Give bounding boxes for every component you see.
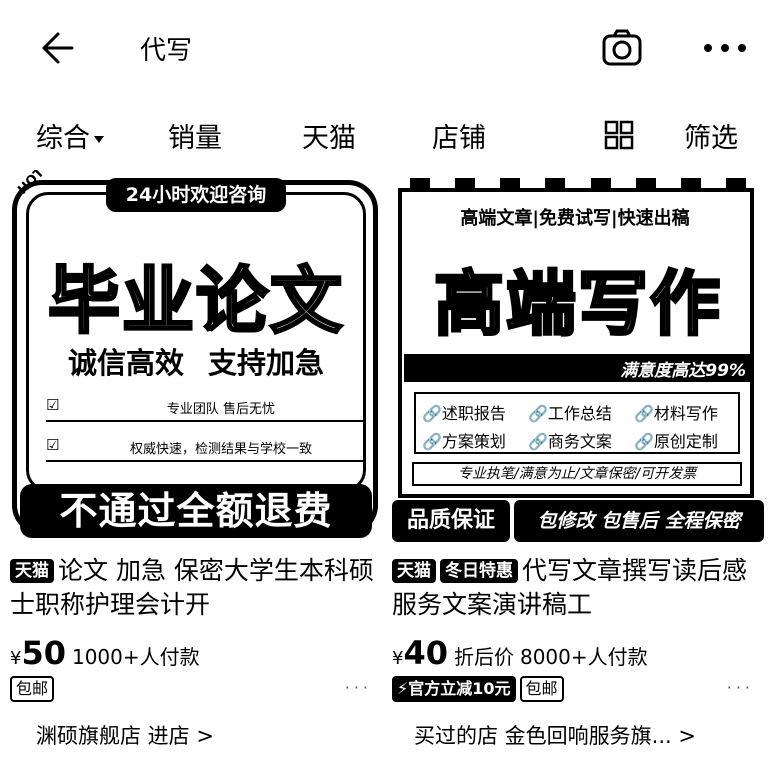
filter-bar: 综合 销量 天猫 店铺 筛选 xyxy=(0,108,770,164)
poster-title: 高端写作 xyxy=(433,262,722,347)
camera-icon[interactable] xyxy=(600,28,644,68)
more-options-icon[interactable]: ··· xyxy=(727,678,754,697)
service-item: 🔗工作总结 xyxy=(528,404,612,423)
free-shipping-tag: 包邮 xyxy=(519,676,564,702)
poster-bar-text: 满意度高达99% xyxy=(620,356,746,381)
product-card[interactable]: HOT 24小时欢迎咨询 毕业论文 诚信高效 支持加急 ☑ 专业团队 售后无忧 … xyxy=(10,170,382,750)
promo-tag: ⚡官方立减10元 xyxy=(392,676,516,702)
poster-banner-right: 包修改 包售后 全程保密 xyxy=(514,500,764,542)
layout-toggle-icon[interactable] xyxy=(604,120,634,150)
price-row: ¥50 1000+人付款 xyxy=(10,634,382,672)
tags-row: 包邮 ··· xyxy=(10,676,382,706)
product-card[interactable]: 高端文章|免费试写|快速出稿 高端写作 满意度高达99% 🔗述职报告 🔗工作总结… xyxy=(392,170,764,750)
price-note: 折后价 xyxy=(453,645,514,669)
poster-subtitle: 诚信高效 支持加急 xyxy=(67,346,325,380)
filter-sales[interactable]: 销量 xyxy=(168,116,222,155)
poster-line-text: 权威快速，检测结果与学校一致 xyxy=(129,442,312,457)
product-title-text: 论文 加急 保密大学生本科硕士职称护理会计开 xyxy=(10,556,374,619)
service-item: 🔗商务文案 xyxy=(528,432,612,451)
poster-title: 毕业论文 xyxy=(46,258,344,345)
filter-screen[interactable]: 筛选 xyxy=(684,116,738,155)
price-row: ¥40 折后价 8000+人付款 xyxy=(392,634,764,672)
product-image[interactable]: HOT 24小时欢迎咨询 毕业论文 诚信高效 支持加急 ☑ 专业团队 售后无忧 … xyxy=(10,170,382,542)
price: 50 xyxy=(21,634,66,672)
more-options-icon[interactable]: ··· xyxy=(345,678,372,697)
poster-banner-left: 品质保证 xyxy=(392,500,510,542)
poster-line-text: 专业团队 售后无忧 xyxy=(166,402,276,417)
currency-symbol: ¥ xyxy=(392,648,404,669)
free-shipping-tag: 包邮 xyxy=(10,676,55,702)
poster-header: 高端文章|免费试写|快速出稿 xyxy=(460,208,690,229)
service-item: 🔗方案策划 xyxy=(422,432,506,451)
poster-banner: 不通过全额退费 xyxy=(20,484,372,538)
poster-service-box: 🔗述职报告 🔗工作总结 🔗材料写作 🔗方案策划 🔗商务文案 🔗原创定制 xyxy=(414,392,740,454)
service-item: 🔗述职报告 xyxy=(422,404,506,423)
tmall-badge: 天猫 xyxy=(10,559,54,583)
poster-bar: 满意度高达99% xyxy=(404,354,752,382)
product-image[interactable]: 高端文章|免费试写|快速出稿 高端写作 满意度高达99% 🔗述职报告 🔗工作总结… xyxy=(392,170,764,542)
sales-count: 8000+人付款 xyxy=(519,645,648,669)
product-title[interactable]: 天猫 论文 加急 保密大学生本科硕士职称护理会计开 xyxy=(10,554,382,622)
shop-link[interactable]: 买过的店 金色回响服务旗... > xyxy=(392,720,764,750)
chevron-down-icon xyxy=(94,136,104,143)
service-item: 🔗原创定制 xyxy=(634,432,718,451)
checkbox-icon: ☑ xyxy=(46,396,60,414)
poster-line: ☑ 权威快速，检测结果与学校一致 xyxy=(46,432,366,462)
shop-link[interactable]: 渊硕旗舰店 进店 > xyxy=(10,720,382,750)
filter-overall[interactable]: 综合 xyxy=(36,116,104,155)
back-arrow-icon[interactable] xyxy=(34,26,78,70)
product-title[interactable]: 天猫 冬日特惠 代写文章撰写读后感服务文案演讲稿工 xyxy=(392,554,764,622)
poster-tag: 24小时欢迎咨询 xyxy=(106,178,286,212)
poster-line: ☑ 专业团队 售后无忧 xyxy=(46,392,366,422)
poster-footer: 专业执笔/满意为止/文章保密/可开发票 xyxy=(412,462,742,486)
filter-tmall[interactable]: 天猫 xyxy=(302,116,356,155)
tmall-badge: 天猫 xyxy=(392,559,436,583)
winter-sale-badge: 冬日特惠 xyxy=(440,559,518,583)
currency-symbol: ¥ xyxy=(10,648,22,669)
sales-count: 1000+人付款 xyxy=(71,645,200,669)
checkbox-icon: ☑ xyxy=(46,436,60,454)
more-icon[interactable] xyxy=(700,36,750,60)
filter-overall-label: 综合 xyxy=(36,123,90,154)
price: 40 xyxy=(403,634,448,672)
tags-row: ⚡官方立减10元 包邮 ··· xyxy=(392,676,764,706)
search-query[interactable]: 代写 xyxy=(140,30,192,67)
top-bar: 代写 xyxy=(0,0,770,100)
filter-shops[interactable]: 店铺 xyxy=(432,116,486,155)
lightning-icon: ⚡ xyxy=(397,679,409,698)
service-item: 🔗材料写作 xyxy=(634,404,718,423)
